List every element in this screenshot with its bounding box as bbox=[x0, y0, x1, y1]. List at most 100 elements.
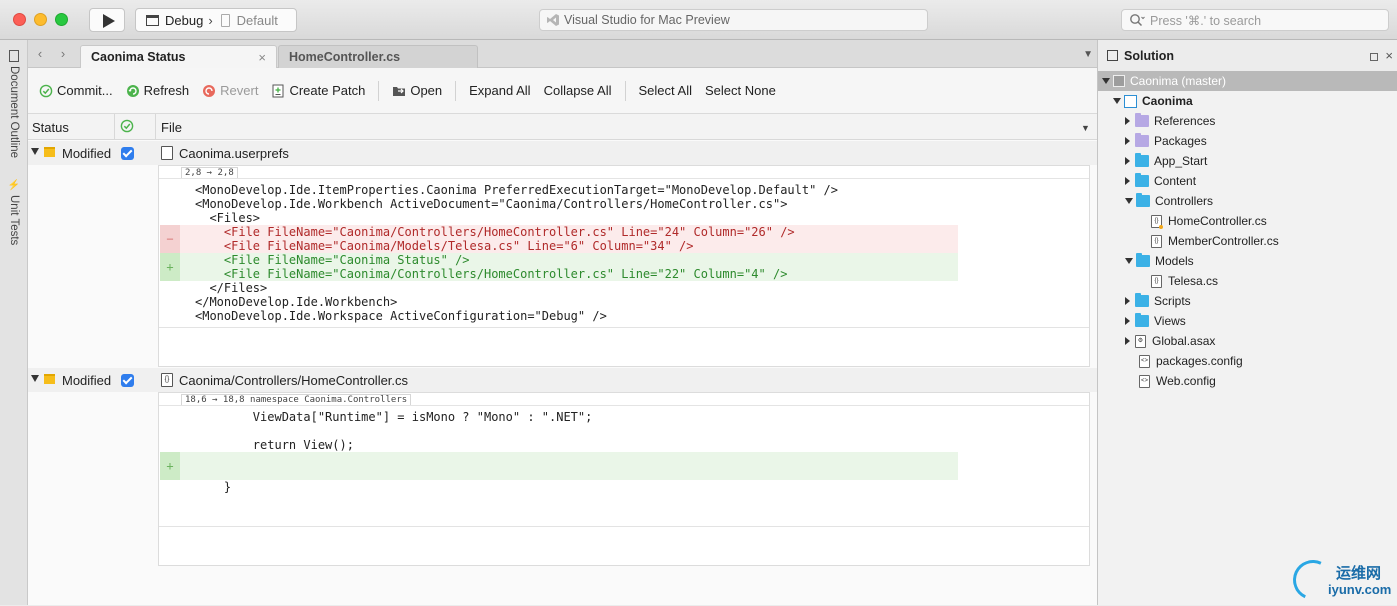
visual-studio-icon bbox=[547, 14, 559, 26]
navigate-forward-button[interactable]: › bbox=[56, 47, 70, 61]
tree-node-telesa[interactable]: {} Telesa.cs bbox=[1098, 271, 1397, 291]
tree-node-home-controller[interactable]: {} HomeController.cs bbox=[1098, 211, 1397, 231]
open-button[interactable]: Open bbox=[392, 83, 442, 98]
commit-checkbox[interactable] bbox=[121, 374, 134, 387]
diff-divider bbox=[159, 526, 1089, 527]
search-icon bbox=[1130, 14, 1145, 27]
revert-label: Revert bbox=[220, 83, 259, 98]
unit-tests-label: Unit Tests bbox=[8, 195, 20, 246]
select-all-label: Select All bbox=[638, 83, 692, 98]
config-separator: › bbox=[208, 12, 213, 28]
tree-node-app-start[interactable]: App_Start bbox=[1098, 151, 1397, 171]
tree-node-packages-config[interactable]: <> packages.config bbox=[1098, 351, 1397, 371]
tab-list-dropdown-icon[interactable]: ▼ bbox=[1083, 49, 1093, 60]
diff-line-text: <File FileName="Caonima/Controllers/Home… bbox=[195, 225, 795, 239]
maximize-pad-icon[interactable] bbox=[1370, 53, 1378, 61]
unit-tests-tab[interactable]: ⚡ Unit Tests bbox=[0, 180, 28, 245]
tree-node-scripts[interactable]: Scripts bbox=[1098, 291, 1397, 311]
select-all-button[interactable]: Select All bbox=[639, 83, 692, 98]
tree-node-models[interactable]: Models bbox=[1098, 251, 1397, 271]
close-window-button[interactable] bbox=[13, 13, 26, 26]
tree-node-global-asax[interactable]: ⚙ Global.asax bbox=[1098, 331, 1397, 351]
tree-label: Controllers bbox=[1155, 194, 1214, 208]
commit-checkbox[interactable] bbox=[121, 147, 134, 160]
file-path: Caonima.userprefs bbox=[179, 146, 289, 161]
close-tab-icon[interactable]: × bbox=[258, 50, 266, 65]
file-column-header[interactable]: File bbox=[161, 120, 182, 135]
file-path: Caonima/Controllers/HomeController.cs bbox=[179, 373, 409, 388]
config-file-icon: <> bbox=[1139, 354, 1150, 368]
tree-node-project[interactable]: Caonima bbox=[1098, 91, 1397, 111]
sort-arrow-icon[interactable]: ▼ bbox=[1081, 123, 1090, 133]
hunk-divider bbox=[159, 405, 1089, 406]
asax-file-icon: ⚙ bbox=[1135, 334, 1146, 348]
tree-node-references[interactable]: References bbox=[1098, 111, 1397, 131]
file-row-homecontroller[interactable]: Modified {} Caonima/Controllers/HomeCont… bbox=[28, 368, 1097, 392]
expander-down-icon[interactable] bbox=[1125, 258, 1133, 264]
expander-down-icon[interactable] bbox=[31, 148, 39, 155]
refresh-button[interactable]: Refresh bbox=[126, 83, 189, 98]
revert-button[interactable]: Revert bbox=[202, 83, 258, 98]
modified-icon bbox=[44, 147, 55, 157]
tab-homecontroller[interactable]: HomeController.cs bbox=[278, 45, 478, 68]
configuration-selector[interactable]: Debug › Default bbox=[135, 8, 297, 32]
tree-node-controllers[interactable]: Controllers bbox=[1098, 191, 1397, 211]
toolbar-separator bbox=[455, 80, 457, 101]
search-placeholder: Press '⌘.' to search bbox=[1150, 13, 1262, 28]
expander-right-icon[interactable] bbox=[1125, 157, 1130, 165]
solution-pad: Solution × Caonima (master) Caonima Refe… bbox=[1097, 40, 1397, 605]
added-gutter: + bbox=[160, 452, 180, 480]
diff-view-homecontroller: 18,6 → 18,8 namespace Caonima.Controller… bbox=[158, 392, 1090, 566]
expander-right-icon[interactable] bbox=[1125, 177, 1130, 185]
expander-right-icon[interactable] bbox=[1125, 297, 1130, 305]
tree-node-web-config[interactable]: <> Web.config bbox=[1098, 371, 1397, 391]
close-pad-icon[interactable]: × bbox=[1385, 48, 1393, 63]
expander-down-icon[interactable] bbox=[1125, 198, 1133, 204]
expander-right-icon[interactable] bbox=[1125, 317, 1130, 325]
tree-label: MemberController.cs bbox=[1168, 234, 1279, 248]
solution-header: Solution × bbox=[1098, 40, 1397, 71]
column-divider bbox=[155, 114, 156, 140]
tab-label: HomeController.cs bbox=[289, 50, 401, 64]
device-icon bbox=[220, 13, 230, 27]
select-none-label: Select None bbox=[705, 83, 776, 98]
tree-node-content[interactable]: Content bbox=[1098, 171, 1397, 191]
folder-icon bbox=[1135, 293, 1149, 307]
expander-down-icon[interactable] bbox=[1102, 78, 1110, 84]
diff-line-text: } bbox=[195, 480, 232, 494]
commit-button[interactable]: Commit... bbox=[39, 83, 113, 98]
status-column-header[interactable]: Status bbox=[32, 120, 69, 135]
create-patch-label: Create Patch bbox=[289, 83, 366, 98]
minimize-window-button[interactable] bbox=[34, 13, 47, 26]
select-none-button[interactable]: Select None bbox=[705, 83, 776, 98]
collapse-all-button[interactable]: Collapse All bbox=[544, 83, 612, 98]
expander-right-icon[interactable] bbox=[1125, 117, 1130, 125]
tree-node-solution[interactable]: Caonima (master) bbox=[1098, 71, 1397, 91]
tree-node-packages[interactable]: Packages bbox=[1098, 131, 1397, 151]
search-input[interactable]: Press '⌘.' to search bbox=[1121, 9, 1389, 31]
tree-label: Caonima (master) bbox=[1130, 74, 1227, 88]
diff-line-text: </MonoDevelop.Ide.Workbench> bbox=[195, 295, 398, 309]
watermark-logo-icon bbox=[1287, 554, 1339, 606]
expander-down-icon[interactable] bbox=[1113, 98, 1121, 104]
tab-caonima-status[interactable]: Caonima Status × bbox=[80, 45, 277, 68]
tree-node-member-controller[interactable]: {} MemberController.cs bbox=[1098, 231, 1397, 251]
expander-down-icon[interactable] bbox=[31, 375, 39, 382]
expander-right-icon[interactable] bbox=[1125, 337, 1130, 345]
diff-line-text: <MonoDevelop.Ide.ItemProperties.Caonima … bbox=[195, 183, 838, 197]
file-row-userprefs[interactable]: Modified Caonima.userprefs bbox=[28, 141, 1097, 165]
tree-node-views[interactable]: Views bbox=[1098, 311, 1397, 331]
expander-right-icon[interactable] bbox=[1125, 137, 1130, 145]
navigate-back-button[interactable]: ‹ bbox=[33, 47, 47, 61]
run-button[interactable] bbox=[89, 8, 125, 32]
watermark-text: 运维网 bbox=[1336, 565, 1382, 582]
expand-all-button[interactable]: Expand All bbox=[469, 83, 530, 98]
target-label: Default bbox=[236, 12, 278, 28]
create-patch-button[interactable]: Create Patch bbox=[271, 83, 365, 98]
commit-check-column-header[interactable] bbox=[120, 119, 134, 136]
zoom-window-button[interactable] bbox=[55, 13, 68, 26]
document-outline-label: Document Outline bbox=[8, 66, 20, 159]
document-outline-tab[interactable]: Document Outline bbox=[0, 50, 28, 158]
config-file-icon: <> bbox=[1139, 374, 1150, 388]
tree-label: Scripts bbox=[1154, 294, 1191, 308]
